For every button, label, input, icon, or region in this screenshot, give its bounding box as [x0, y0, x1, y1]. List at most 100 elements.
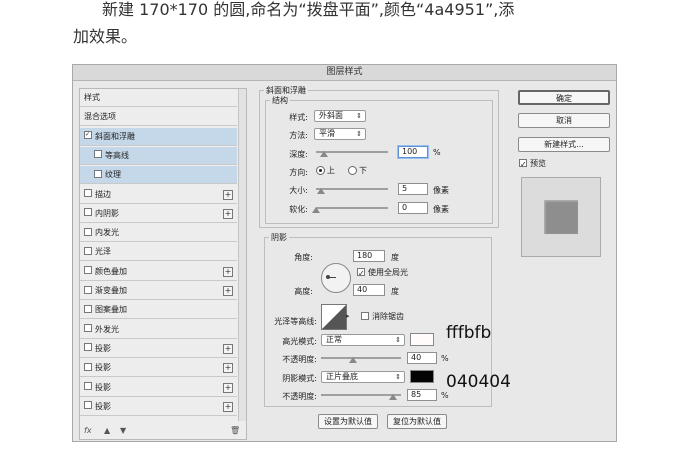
styles-scrollbar[interactable] — [238, 89, 246, 421]
select-arrow-icon: ⇕ — [395, 336, 401, 344]
checkbox-unchecked-icon[interactable] — [84, 324, 92, 333]
soften-input[interactable]: 0 — [398, 202, 428, 214]
style-list-item[interactable]: 投影 + — [80, 379, 237, 397]
style-list-item[interactable]: 投影 + — [80, 340, 237, 358]
reset-default-button[interactable]: 复位为默认值 — [387, 414, 447, 429]
angle-unit: 度 — [391, 253, 399, 262]
shadow-color-swatch[interactable] — [410, 370, 434, 383]
style-list-item[interactable]: ✓ 斜面和浮雕 — [80, 127, 237, 146]
style-list-label: 内发光 — [95, 228, 119, 238]
checkbox-unchecked-icon[interactable] — [84, 227, 92, 236]
direction-down-radio[interactable]: 下 — [348, 165, 367, 176]
checkbox-unchecked-icon[interactable] — [94, 150, 102, 159]
move-down-icon[interactable]: ▼ — [120, 423, 126, 439]
antialias-checkbox[interactable]: 消除锯齿 — [361, 311, 404, 322]
depth-label: 深度: — [289, 150, 308, 159]
add-icon[interactable]: + — [223, 382, 233, 393]
depth-unit: % — [433, 148, 441, 157]
altitude-input[interactable]: 40 — [353, 284, 385, 296]
highlight-opacity-thumb[interactable] — [349, 357, 357, 363]
highlight-opacity-input[interactable]: 40 — [407, 352, 437, 364]
styles-footer: fx ▲ ▼ 🗑 — [80, 423, 246, 439]
style-list-item[interactable]: 光泽 — [80, 243, 237, 262]
highlight-opacity-track[interactable] — [321, 357, 401, 359]
shadow-opacity-thumb[interactable] — [389, 394, 397, 400]
depth-slider-thumb[interactable] — [320, 151, 328, 157]
style-list-item[interactable]: 颜色叠加 + — [80, 263, 237, 281]
checkbox-unchecked-icon[interactable] — [84, 246, 92, 255]
cancel-button[interactable]: 取消 — [518, 113, 610, 128]
soften-unit: 像素 — [433, 205, 449, 214]
move-up-icon[interactable]: ▲ — [104, 423, 110, 439]
highlight-color-swatch[interactable] — [410, 333, 434, 346]
checkbox-unchecked-icon[interactable] — [84, 362, 92, 371]
highlight-mode-select[interactable]: 正常 ⇕ — [321, 334, 405, 346]
direction-up-label: 上 — [327, 166, 335, 175]
style-list-item[interactable]: 样式 — [80, 89, 237, 107]
size-label: 大小: — [289, 186, 308, 195]
add-icon[interactable]: + — [223, 363, 233, 374]
style-list-item[interactable]: 渐变叠加 + — [80, 282, 237, 300]
new-style-button[interactable]: 新建样式... — [518, 137, 610, 152]
direction-up-radio[interactable]: 上 — [316, 165, 335, 176]
style-list-item[interactable]: 图案叠加 — [80, 301, 237, 320]
depth-input[interactable]: 100 — [398, 146, 428, 158]
add-icon[interactable]: + — [223, 189, 233, 200]
preview-checkbox[interactable]: ✓ 预览 — [519, 158, 546, 169]
technique-select[interactable]: 平滑 ⇕ — [314, 128, 366, 140]
style-list-item[interactable]: 描边 + — [80, 186, 237, 204]
style-list-label: 等高线 — [105, 150, 129, 160]
trash-icon[interactable]: 🗑 — [230, 423, 240, 439]
style-list-label: 纹理 — [105, 170, 121, 180]
checkbox-unchecked-icon[interactable] — [84, 208, 92, 217]
shadow-mode-select[interactable]: 正片叠底 ⇕ — [321, 371, 405, 383]
checkbox-unchecked-icon[interactable] — [84, 382, 92, 390]
checkbox-checked-icon: ✓ — [519, 158, 527, 169]
checkbox-unchecked-icon[interactable] — [84, 189, 92, 197]
add-icon[interactable]: + — [223, 208, 233, 219]
style-list-item[interactable]: 内发光 — [80, 224, 237, 243]
soften-slider-track[interactable] — [316, 207, 388, 209]
checkbox-unchecked-icon[interactable] — [94, 169, 102, 178]
highlight-mode-label: 高光模式: — [282, 337, 317, 346]
style-select[interactable]: 外斜面 ⇕ — [314, 110, 366, 122]
structure-title: 结构 — [270, 95, 290, 106]
checkbox-unchecked-icon[interactable] — [84, 285, 92, 294]
add-icon[interactable]: + — [223, 286, 233, 296]
add-icon[interactable]: + — [223, 401, 233, 412]
add-icon[interactable]: + — [223, 266, 233, 277]
style-label: 样式: — [289, 113, 308, 122]
angle-input[interactable]: 180 — [353, 250, 385, 262]
ok-button[interactable]: 确定 — [518, 90, 610, 105]
style-preview-swatch — [544, 200, 578, 234]
style-list-item[interactable]: 混合选项 — [80, 108, 237, 127]
contour-dropdown-icon[interactable]: ▸ — [346, 312, 350, 320]
style-list-item[interactable]: 纹理 — [80, 166, 237, 185]
checkbox-checked-icon[interactable]: ✓ — [84, 131, 92, 140]
global-light-checkbox[interactable]: ✓ 使用全局光 — [357, 267, 408, 278]
checkbox-unchecked-icon[interactable] — [84, 266, 92, 275]
soften-slider-thumb[interactable] — [312, 207, 320, 213]
style-list-item[interactable]: 投影 + — [80, 359, 237, 378]
fx-icon[interactable]: fx — [84, 423, 92, 439]
bevel-group: 斜面和浮雕 结构 样式: 外斜面 ⇕ 方法: 平滑 ⇕ 深度: 100 % 方向: … — [259, 85, 499, 228]
size-slider-track[interactable] — [316, 188, 388, 190]
style-list-label: 光泽 — [95, 247, 111, 257]
style-list-item[interactable]: 内阴影 + — [80, 205, 237, 223]
style-list-label: 投影 — [95, 343, 111, 353]
shadow-opacity-input[interactable]: 85 — [407, 389, 437, 401]
checkbox-unchecked-icon[interactable] — [84, 343, 92, 352]
add-icon[interactable]: + — [223, 343, 233, 354]
make-default-button[interactable]: 设置为默认值 — [318, 414, 378, 429]
select-arrow-icon: ⇕ — [356, 130, 362, 138]
style-list-item[interactable]: 投影 + — [80, 398, 237, 416]
size-unit: 像素 — [433, 186, 449, 195]
checkbox-unchecked-icon[interactable] — [84, 304, 92, 313]
checkbox-unchecked-icon[interactable] — [84, 401, 92, 410]
style-list-item[interactable]: 外发光 — [80, 321, 237, 339]
style-list-item[interactable]: 等高线 — [80, 146, 237, 165]
size-slider-thumb[interactable] — [317, 188, 325, 194]
angle-dial[interactable] — [321, 263, 351, 293]
size-input[interactable]: 5 — [398, 183, 428, 195]
gloss-contour-preview[interactable] — [321, 304, 347, 330]
